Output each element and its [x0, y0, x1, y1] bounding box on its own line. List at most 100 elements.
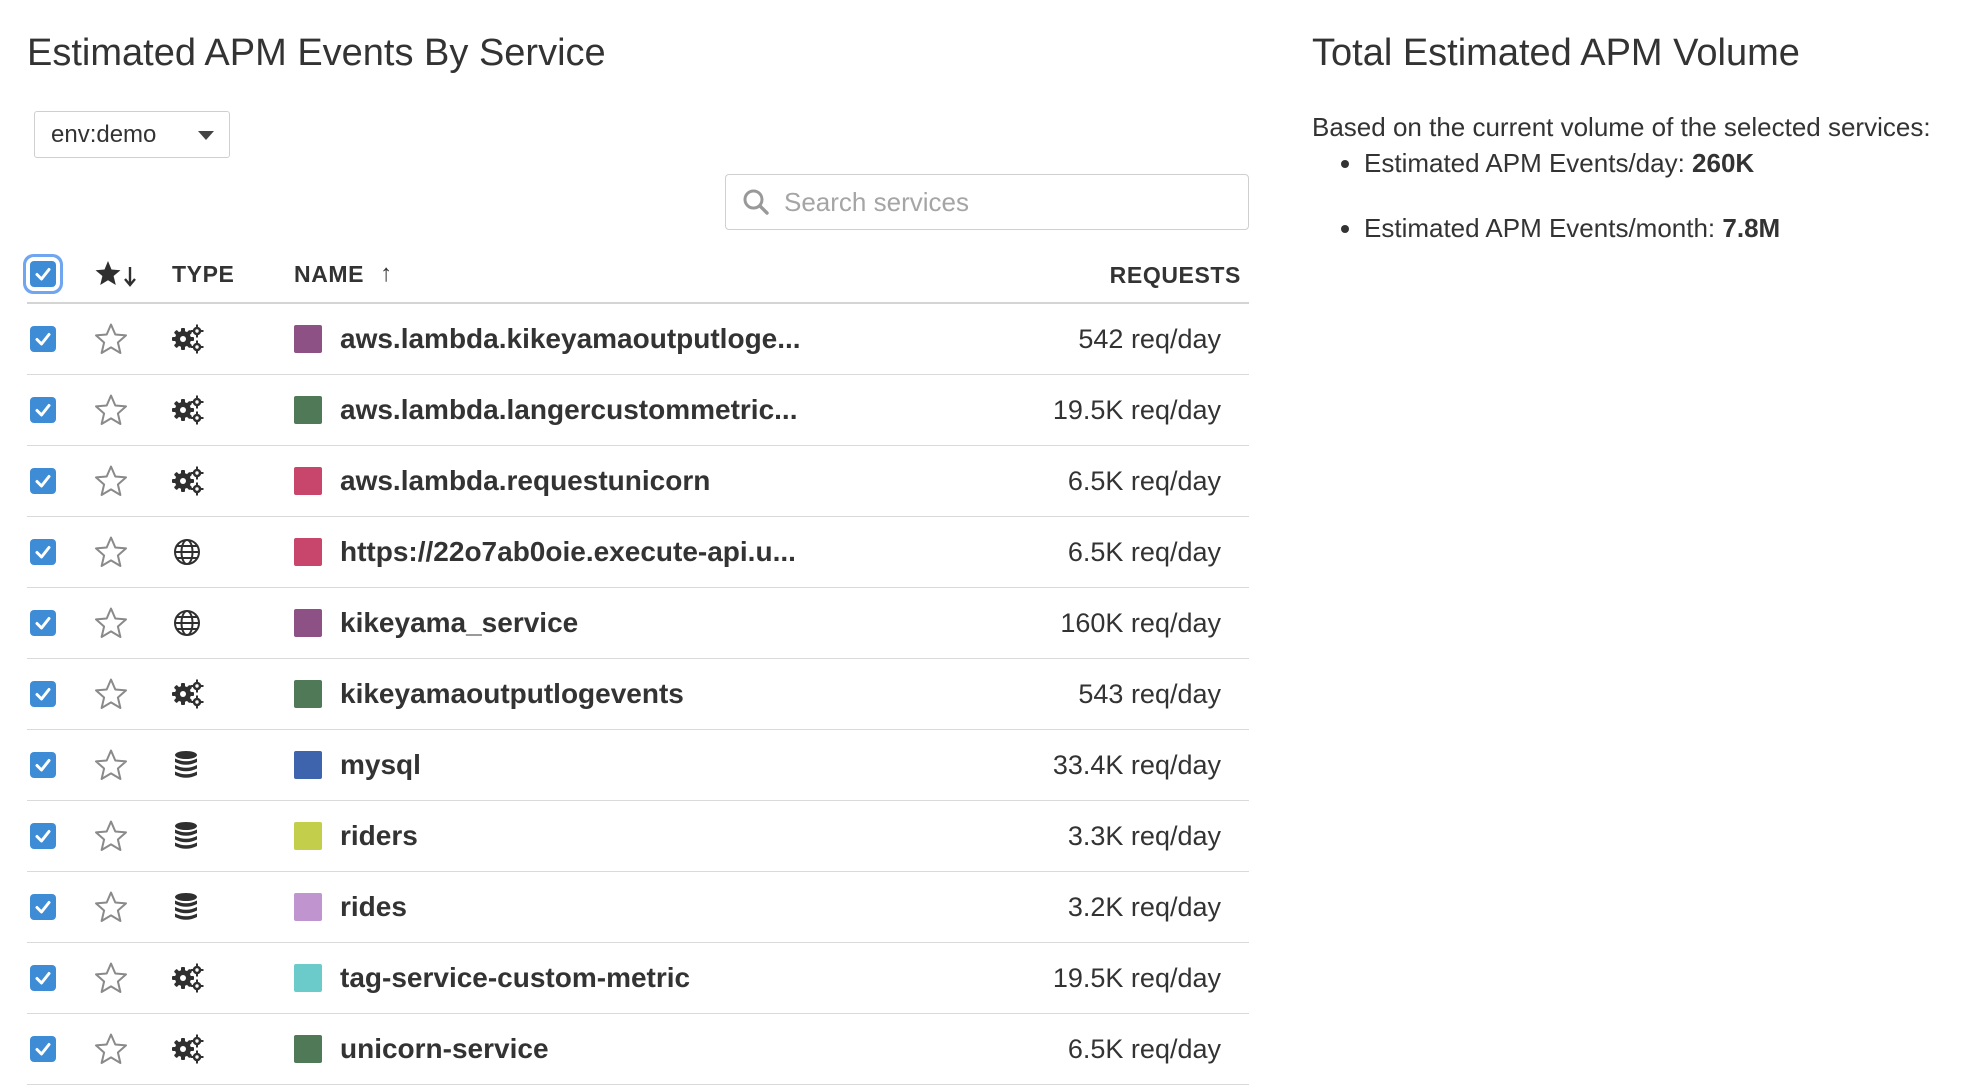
requests-value: 3.3K req/day: [1067, 820, 1221, 851]
row-checkbox[interactable]: [30, 681, 56, 707]
gears-icon: [172, 963, 204, 993]
events-per-day: Estimated APM Events/day: 260K: [1364, 148, 1780, 179]
table-row[interactable]: aws.lambda.requestunicorn 6.5K req/day: [27, 446, 1249, 517]
service-color-swatch: [294, 609, 322, 637]
requests-value: 33.4K req/day: [1052, 749, 1221, 780]
sort-ascending-icon: ↑: [380, 260, 393, 287]
table-row[interactable]: kikeyama_service 160K req/day: [27, 588, 1249, 659]
row-checkbox[interactable]: [30, 894, 56, 920]
database-icon: [172, 750, 200, 780]
search-services[interactable]: [725, 174, 1249, 230]
row-checkbox[interactable]: [30, 468, 56, 494]
events-per-month-value: 7.8M: [1722, 213, 1781, 243]
star-outline-icon[interactable]: [94, 464, 128, 498]
row-checkbox[interactable]: [30, 539, 56, 565]
star-outline-icon[interactable]: [94, 819, 128, 853]
requests-value: 543 req/day: [1078, 678, 1221, 709]
requests-value: 6.5K req/day: [1067, 465, 1221, 496]
env-filter-value: env:demo: [51, 120, 157, 148]
star-outline-icon[interactable]: [94, 677, 128, 711]
star-sort-icon: [95, 261, 136, 287]
requests-value: 3.2K req/day: [1067, 891, 1221, 922]
service-color-swatch: [294, 396, 322, 424]
row-checkbox[interactable]: [30, 610, 56, 636]
service-name[interactable]: mysql: [340, 749, 421, 781]
gears-icon: [172, 324, 204, 354]
volume-list: Estimated APM Events/day: 260K Estimated…: [1312, 148, 1780, 244]
service-name[interactable]: riders: [340, 820, 418, 852]
service-name[interactable]: https://22o7ab0oie.execute-api.u...: [340, 536, 796, 568]
requests-value: 160K req/day: [1060, 607, 1221, 638]
globe-icon: [172, 537, 202, 567]
requests-value: 19.5K req/day: [1052, 962, 1221, 993]
volume-description: Based on the current volume of the selec…: [1312, 112, 1931, 142]
star-outline-icon[interactable]: [94, 393, 128, 427]
star-outline-icon[interactable]: [94, 890, 128, 924]
star-sort-header[interactable]: [94, 259, 172, 289]
service-name[interactable]: aws.lambda.langercustommetric...: [340, 394, 798, 426]
service-name[interactable]: aws.lambda.requestunicorn: [340, 465, 710, 497]
gears-icon: [172, 1034, 204, 1064]
service-color-swatch: [294, 822, 322, 850]
table-row[interactable]: tag-service-custom-metric 19.5K req/day: [27, 943, 1249, 1014]
service-color-swatch: [294, 467, 322, 495]
search-icon: [742, 188, 770, 216]
service-color-swatch: [294, 893, 322, 921]
service-name[interactable]: kikeyama_service: [340, 607, 578, 639]
row-checkbox[interactable]: [30, 965, 56, 991]
search-input[interactable]: [782, 185, 1226, 219]
service-name[interactable]: tag-service-custom-metric: [340, 962, 690, 994]
table-row[interactable]: aws.lambda.langercustommetric... 19.5K re…: [27, 375, 1249, 446]
star-outline-icon[interactable]: [94, 322, 128, 356]
events-per-month: Estimated APM Events/month: 7.8M: [1364, 213, 1780, 244]
star-outline-icon[interactable]: [94, 606, 128, 640]
events-per-day-value: 260K: [1692, 148, 1755, 178]
service-color-swatch: [294, 751, 322, 779]
type-column-header[interactable]: TYPE: [172, 261, 234, 288]
star-outline-icon[interactable]: [94, 1032, 128, 1066]
table-row[interactable]: riders 3.3K req/day: [27, 801, 1249, 872]
table-header: TYPE NAME ↑ REQUESTS: [27, 246, 1249, 304]
table-row[interactable]: mysql 33.4K req/day: [27, 730, 1249, 801]
name-column-header[interactable]: NAME: [294, 261, 364, 288]
requests-value: 6.5K req/day: [1067, 1033, 1221, 1064]
gears-icon: [172, 466, 204, 496]
service-color-swatch: [294, 680, 322, 708]
row-checkbox[interactable]: [30, 326, 56, 352]
table-row[interactable]: aws.lambda.kikeyamaoutputloge... 542 req/…: [27, 304, 1249, 375]
row-checkbox[interactable]: [30, 1036, 56, 1062]
service-color-swatch: [294, 1035, 322, 1063]
env-filter-dropdown[interactable]: env:demo: [34, 111, 230, 158]
select-all-checkbox[interactable]: [30, 261, 56, 287]
database-icon: [172, 892, 200, 922]
row-checkbox[interactable]: [30, 397, 56, 423]
service-color-swatch: [294, 325, 322, 353]
requests-value: 542 req/day: [1078, 323, 1221, 354]
star-outline-icon[interactable]: [94, 535, 128, 569]
volume-title: Total Estimated APM Volume: [1312, 32, 1800, 74]
service-color-swatch: [294, 538, 322, 566]
star-outline-icon[interactable]: [94, 961, 128, 995]
table-row[interactable]: unicorn-service 6.5K req/day: [27, 1014, 1249, 1085]
row-checkbox[interactable]: [30, 823, 56, 849]
table-row[interactable]: https://22o7ab0oie.execute-api.u... 6.5K …: [27, 517, 1249, 588]
services-table: TYPE NAME ↑ REQUESTS aws.lambda.kikeyama…: [27, 246, 1249, 1085]
globe-icon: [172, 608, 202, 638]
star-outline-icon[interactable]: [94, 748, 128, 782]
requests-value: 19.5K req/day: [1052, 394, 1221, 425]
requests-value: 6.5K req/day: [1067, 536, 1221, 567]
service-name[interactable]: rides: [340, 891, 407, 923]
database-icon: [172, 821, 200, 851]
gears-icon: [172, 679, 204, 709]
table-row[interactable]: rides 3.2K req/day: [27, 872, 1249, 943]
table-row[interactable]: kikeyamaoutputlogevents 543 req/day: [27, 659, 1249, 730]
service-name[interactable]: unicorn-service: [340, 1033, 549, 1065]
service-color-swatch: [294, 964, 322, 992]
service-name[interactable]: aws.lambda.kikeyamaoutputloge...: [340, 323, 801, 355]
chevron-down-icon: [198, 131, 214, 140]
page-title: Estimated APM Events By Service: [27, 32, 606, 74]
requests-column-header[interactable]: REQUESTS: [1110, 262, 1241, 288]
row-checkbox[interactable]: [30, 752, 56, 778]
gears-icon: [172, 395, 204, 425]
service-name[interactable]: kikeyamaoutputlogevents: [340, 678, 684, 710]
